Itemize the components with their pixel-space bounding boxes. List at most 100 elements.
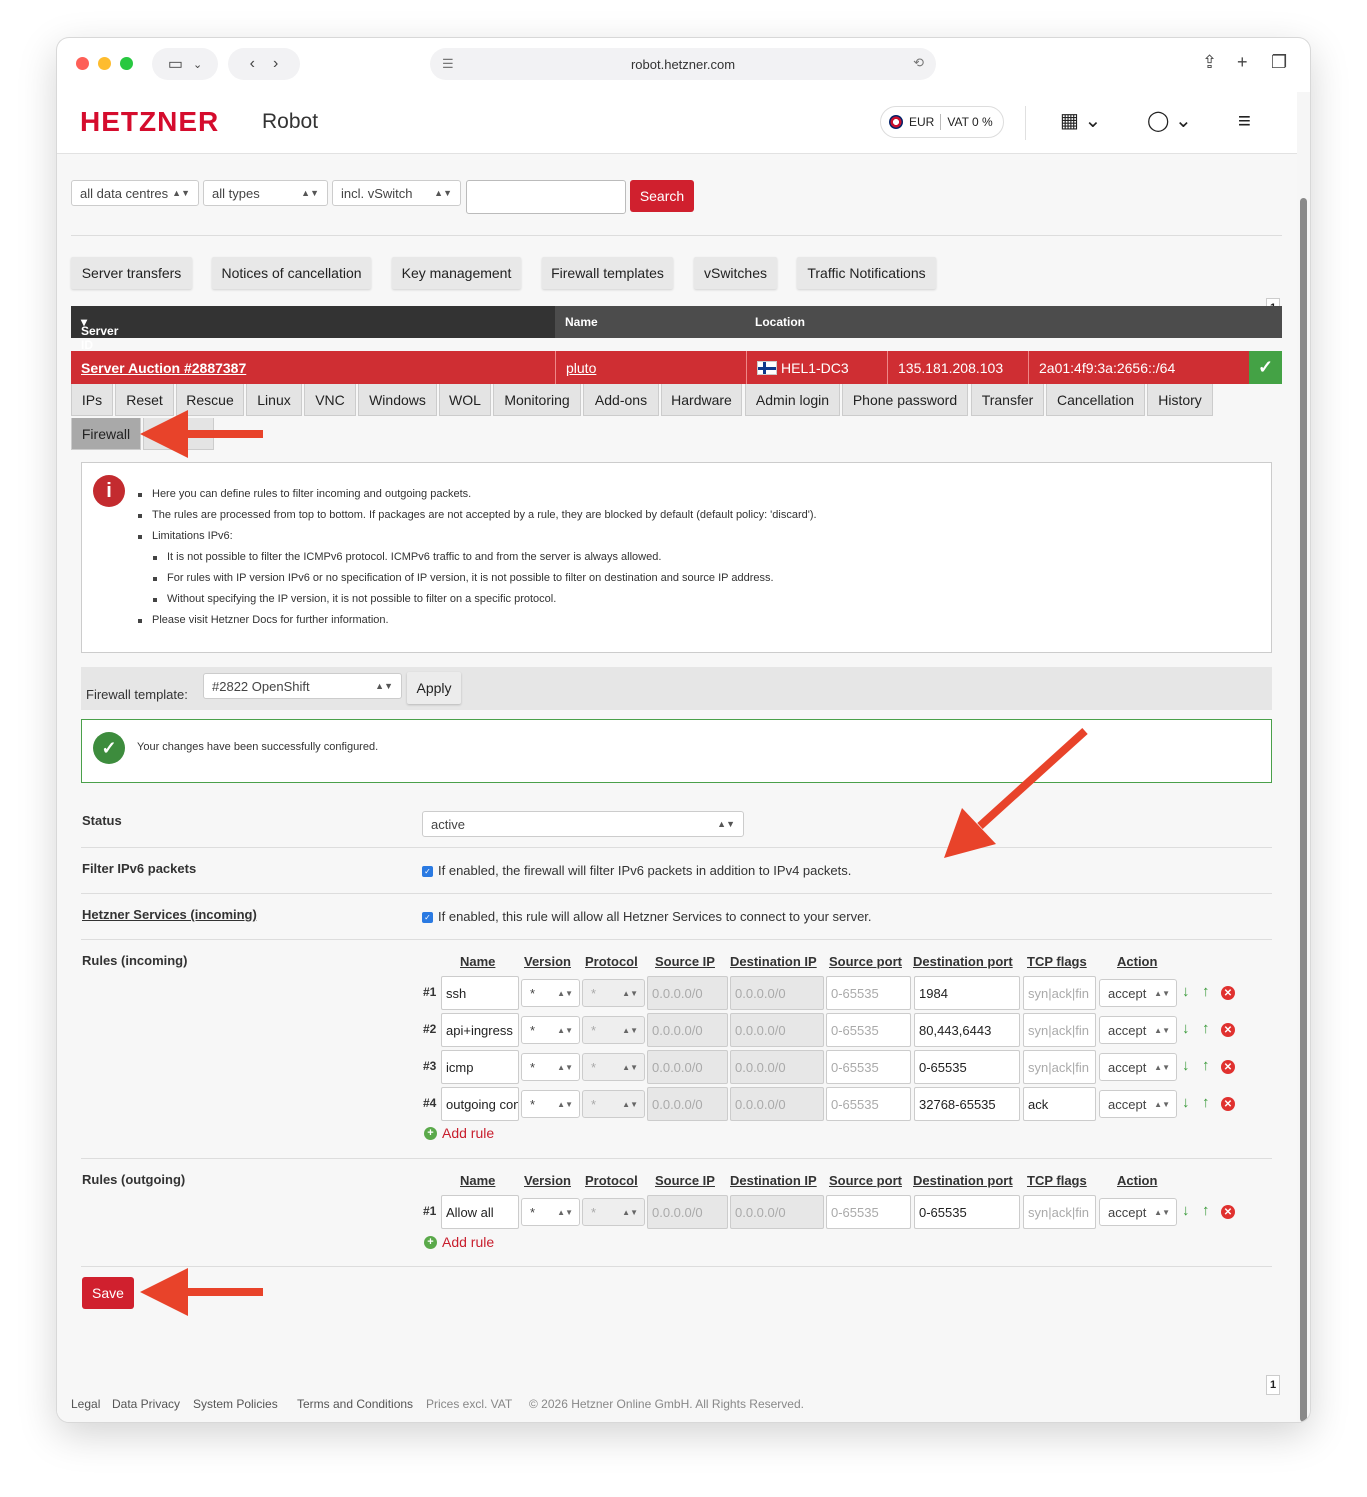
rule-source-port-input[interactable]: 0-65535 — [826, 1013, 911, 1047]
tab-hardware[interactable]: Hardware — [661, 384, 742, 416]
column-server-id[interactable]: Server ID ▾ — [81, 315, 118, 352]
hetzner-services-label[interactable]: Hetzner Services (incoming) — [82, 907, 257, 922]
rule-tcp-flags-input[interactable]: syn|ack|fin — [1023, 1195, 1096, 1229]
rule-destination-port-input[interactable]: 0-65535 — [914, 1050, 1020, 1084]
tab-rescue[interactable]: Rescue — [176, 384, 244, 416]
chevron-left-icon[interactable]: ‹ — [250, 55, 255, 73]
rule-action-select[interactable]: accept ▲▼ — [1099, 1090, 1177, 1118]
tab-vnc[interactable]: VNC — [304, 384, 356, 416]
footer-policies-link[interactable]: System Policies — [193, 1397, 278, 1411]
rule-name-input[interactable]: api+ingress — [441, 1013, 519, 1047]
delete-icon[interactable]: ✕ — [1221, 1060, 1235, 1074]
column-header[interactable]: TCP flags — [1027, 954, 1087, 969]
datacentre-select[interactable]: all data centres ▲▼ — [71, 180, 199, 206]
rule-source-port-input[interactable]: 0-65535 — [826, 976, 911, 1010]
template-select[interactable]: #2822 OpenShift ▲▼ — [203, 673, 402, 699]
rule-tcp-flags-input[interactable]: syn|ack|fin — [1023, 976, 1096, 1010]
tab-windows[interactable]: Windows — [358, 384, 437, 416]
new-tab-icon[interactable]: + — [1237, 52, 1248, 73]
arrow-up-icon[interactable]: ↑ — [1202, 1057, 1210, 1074]
info-docs-item[interactable]: Please visit Hetzner Docs for further in… — [138, 614, 389, 626]
arrow-down-icon[interactable]: ↓ — [1182, 1020, 1190, 1037]
column-header[interactable]: Version — [524, 1173, 571, 1188]
tab-admin-login[interactable]: Admin login — [745, 384, 840, 416]
arrow-up-icon[interactable]: ↑ — [1202, 1202, 1210, 1219]
column-header[interactable]: Action — [1117, 1173, 1157, 1188]
close-window-button[interactable] — [76, 57, 89, 70]
tab-linux[interactable]: Linux — [246, 384, 302, 416]
hetzner-services-checkbox[interactable]: ✓ — [422, 912, 433, 923]
vswitches-button[interactable]: vSwitches — [694, 257, 777, 289]
type-select[interactable]: all types ▲▼ — [203, 180, 328, 206]
tabs-icon[interactable]: ❐ — [1271, 52, 1287, 73]
arrow-up-icon[interactable]: ↑ — [1202, 983, 1210, 1000]
tab-history[interactable]: History — [1147, 384, 1213, 416]
tab-wol[interactable]: WOL — [439, 384, 491, 416]
vswitch-select[interactable]: incl. vSwitch ▲▼ — [332, 180, 461, 206]
rule-tcp-flags-input[interactable]: syn|ack|fin — [1023, 1013, 1096, 1047]
firewall-templates-button[interactable]: Firewall templates — [542, 257, 673, 289]
rule-tcp-flags-input[interactable]: ack — [1023, 1087, 1096, 1121]
chevron-right-icon[interactable]: › — [273, 55, 278, 73]
delete-icon[interactable]: ✕ — [1221, 1023, 1235, 1037]
currency-selector[interactable]: EUR VAT 0 % — [880, 106, 1004, 138]
server-row[interactable]: Server Auction #2887387 pluto HEL1-DC3 1… — [71, 351, 1282, 384]
arrow-down-icon[interactable]: ↓ — [1182, 1057, 1190, 1074]
column-header[interactable]: Source port — [829, 954, 902, 969]
traffic-notifications-button[interactable]: Traffic Notifications — [797, 257, 936, 289]
search-button[interactable]: Search — [630, 180, 694, 212]
delete-icon[interactable]: ✕ — [1221, 986, 1235, 1000]
rule-action-select[interactable]: accept ▲▼ — [1099, 1016, 1177, 1044]
tab-monitoring[interactable]: Monitoring — [493, 384, 581, 416]
key-management-button[interactable]: Key management — [392, 257, 521, 289]
column-header[interactable]: Protocol — [585, 1173, 638, 1188]
delete-icon[interactable]: ✕ — [1221, 1205, 1235, 1219]
rule-version-select[interactable]: * ▲▼ — [521, 1198, 580, 1226]
tab-firewall[interactable]: Firewall — [71, 418, 141, 450]
share-icon[interactable]: ⇪ — [1202, 52, 1217, 73]
arrow-down-icon[interactable]: ↓ — [1182, 1094, 1190, 1111]
apps-grid-icon[interactable]: ▦ ⌄ — [1060, 108, 1101, 133]
user-icon[interactable]: ◯ ⌄ — [1147, 108, 1192, 133]
save-button[interactable]: Save — [82, 1277, 134, 1309]
add-outgoing-rule-button[interactable]: + Add rule — [424, 1234, 494, 1250]
page-number-bottom[interactable]: 1 — [1266, 1375, 1280, 1395]
rule-action-select[interactable]: accept ▲▼ — [1099, 1053, 1177, 1081]
column-header[interactable]: Destination port — [913, 1173, 1013, 1188]
rule-name-input[interactable]: ssh — [441, 976, 519, 1010]
arrow-up-icon[interactable]: ↑ — [1202, 1094, 1210, 1111]
tab-reset[interactable]: Reset — [115, 384, 174, 416]
arrow-down-icon[interactable]: ↓ — [1182, 983, 1190, 1000]
column-header[interactable]: Version — [524, 954, 571, 969]
rule-version-select[interactable]: * ▲▼ — [521, 1090, 580, 1118]
column-header[interactable]: Source IP — [655, 954, 715, 969]
rule-source-port-input[interactable]: 0-65535 — [826, 1195, 911, 1229]
apply-template-button[interactable]: Apply — [407, 672, 461, 704]
tab-hidden[interactable] — [143, 418, 214, 450]
rule-version-select[interactable]: * ▲▼ — [521, 979, 580, 1007]
filter-ipv6-checkbox[interactable]: ✓ — [422, 866, 433, 877]
column-header[interactable]: Name — [460, 954, 495, 969]
page-settings-icon[interactable]: ☰ — [442, 56, 454, 72]
notices-of-cancellation-button[interactable]: Notices of cancellation — [212, 257, 371, 289]
search-input[interactable] — [466, 180, 626, 214]
rule-destination-port-input[interactable]: 32768-65535 — [914, 1087, 1020, 1121]
tab-transfer[interactable]: Transfer — [971, 384, 1044, 416]
rule-source-port-input[interactable]: 0-65535 — [826, 1050, 911, 1084]
column-header[interactable]: Protocol — [585, 954, 638, 969]
rule-version-select[interactable]: * ▲▼ — [521, 1053, 580, 1081]
arrow-up-icon[interactable]: ↑ — [1202, 1020, 1210, 1037]
column-header[interactable]: TCP flags — [1027, 1173, 1087, 1188]
delete-icon[interactable]: ✕ — [1221, 1097, 1235, 1111]
rule-version-select[interactable]: * ▲▼ — [521, 1016, 580, 1044]
menu-icon[interactable]: ≡ — [1238, 108, 1251, 134]
rule-name-input[interactable]: outgoing connections — [441, 1087, 519, 1121]
hetzner-logo[interactable]: HETZNER — [80, 106, 219, 138]
footer-terms-link[interactable]: Terms and Conditions — [297, 1397, 413, 1411]
column-header[interactable]: Destination IP — [730, 1173, 817, 1188]
address-bar[interactable]: ☰ robot.hetzner.com ⟲ — [430, 48, 936, 80]
rule-action-select[interactable]: accept ▲▼ — [1099, 979, 1177, 1007]
column-name[interactable]: Name — [565, 315, 598, 329]
column-header[interactable]: Action — [1117, 954, 1157, 969]
footer-legal-link[interactable]: Legal — [71, 1397, 100, 1411]
